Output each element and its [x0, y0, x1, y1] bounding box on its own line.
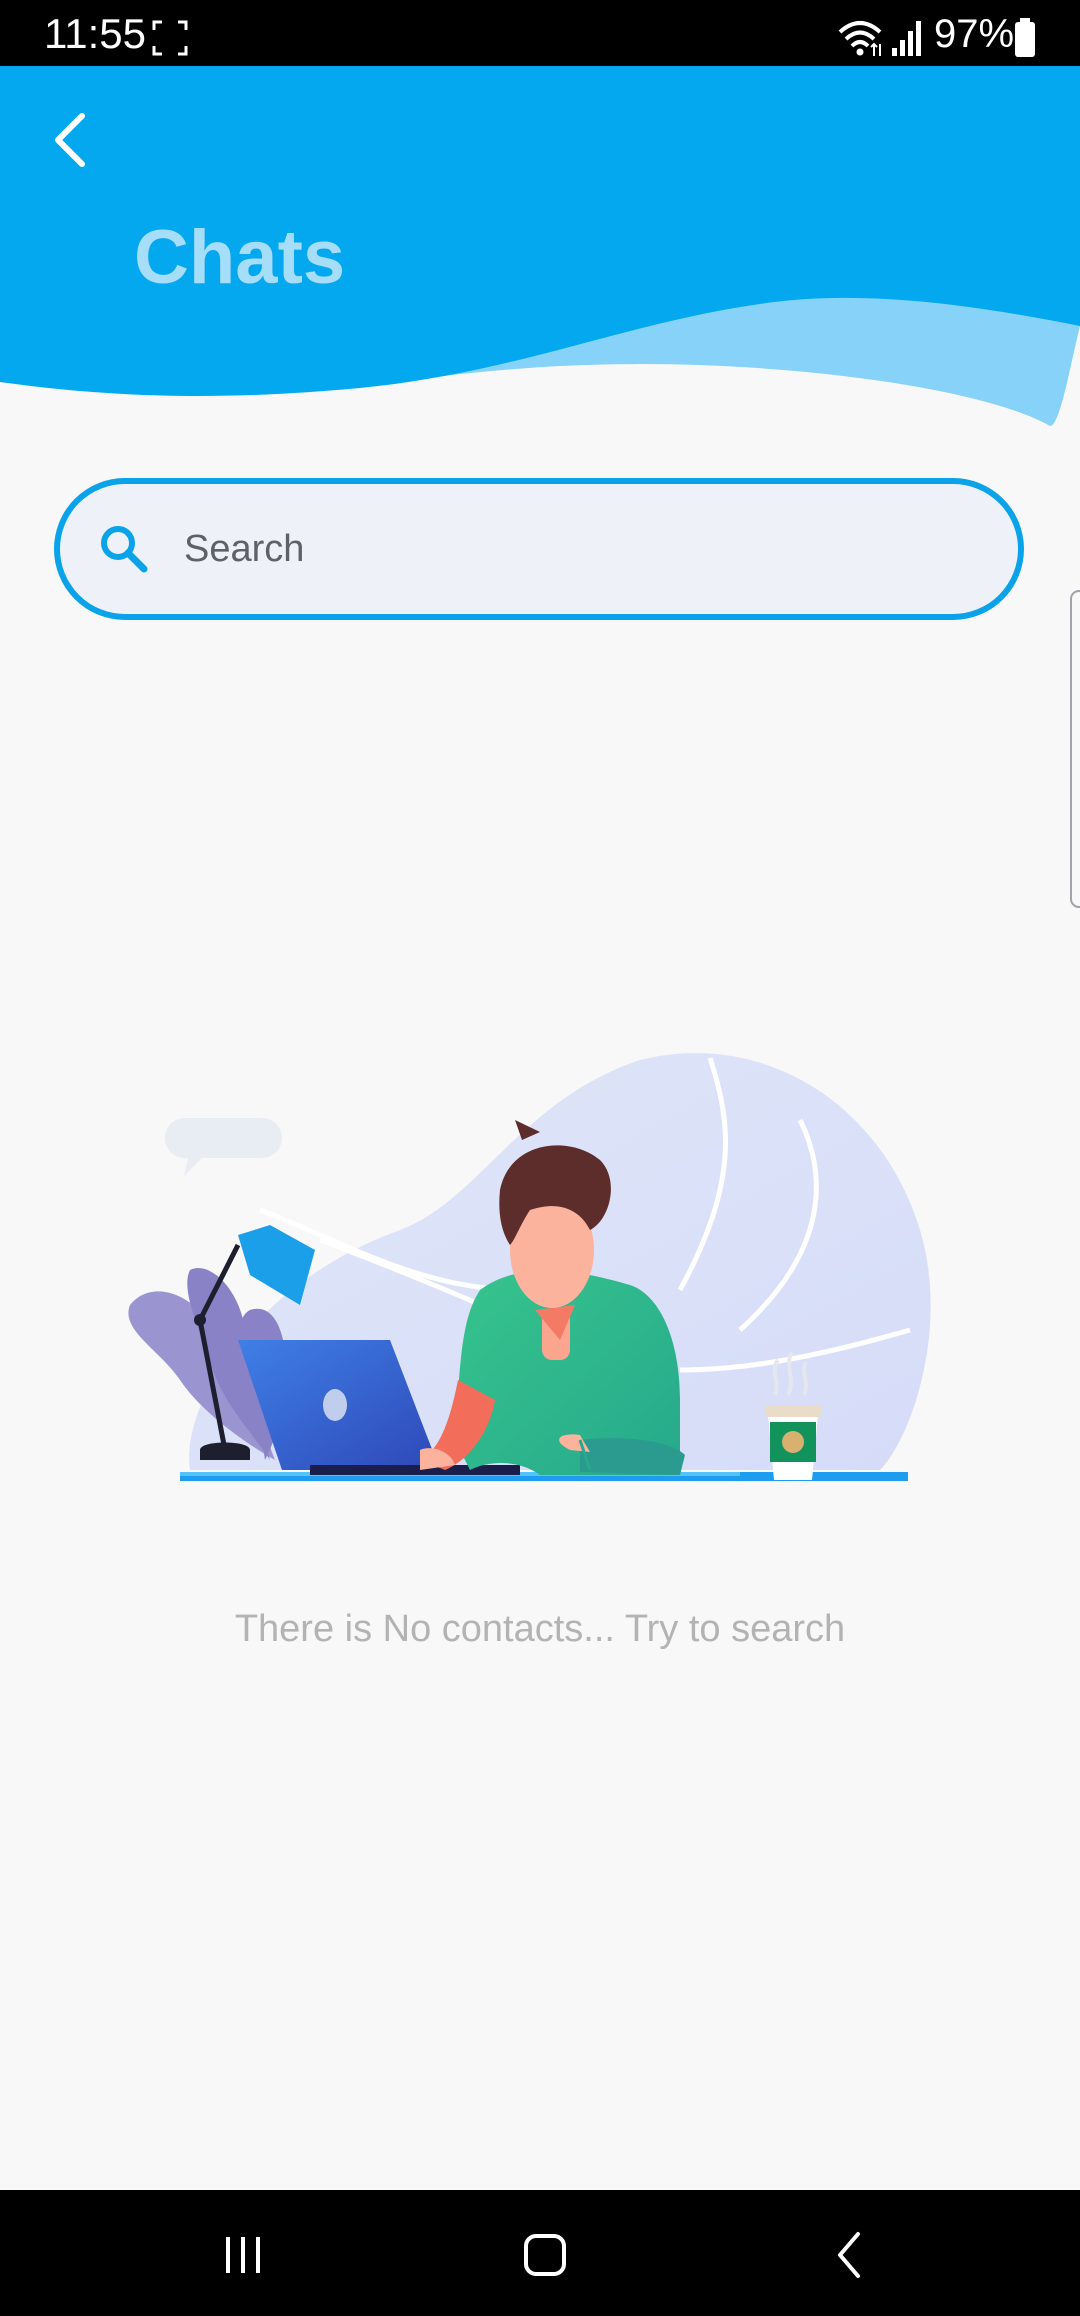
search-box[interactable] — [54, 478, 1024, 620]
back-icon — [838, 2232, 860, 2278]
recent-apps-button[interactable] — [208, 2220, 278, 2290]
empty-state-message: There is No contacts... Try to search — [234, 1608, 846, 1650]
chats-screen: 11:55 97% Chats Search There is No conta… — [0, 0, 1080, 2316]
navigation-bar — [0, 2190, 1080, 2316]
search-input[interactable] — [182, 526, 946, 572]
page-title: Chats — [134, 215, 346, 300]
home-icon — [524, 2234, 566, 2276]
screenshot-icon — [152, 20, 188, 56]
battery-percentage: 97% — [934, 12, 1015, 56]
home-button[interactable] — [510, 2220, 580, 2290]
recent-apps-icon — [226, 2237, 260, 2273]
battery-icon — [1015, 18, 1035, 57]
header: Chats — [0, 66, 1080, 436]
search-icon — [101, 526, 148, 573]
empty-state-illustration — [128, 1053, 931, 1481]
status-time: 11:55 — [44, 10, 146, 57]
system-back-button[interactable] — [815, 2220, 885, 2290]
back-button[interactable] — [40, 108, 104, 172]
status-bar: 11:55 97% — [0, 0, 1080, 66]
wifi-icon — [838, 21, 882, 56]
chevron-left-icon — [55, 113, 85, 167]
side-panel-handle[interactable] — [1070, 590, 1080, 908]
signal-icon — [892, 21, 921, 56]
